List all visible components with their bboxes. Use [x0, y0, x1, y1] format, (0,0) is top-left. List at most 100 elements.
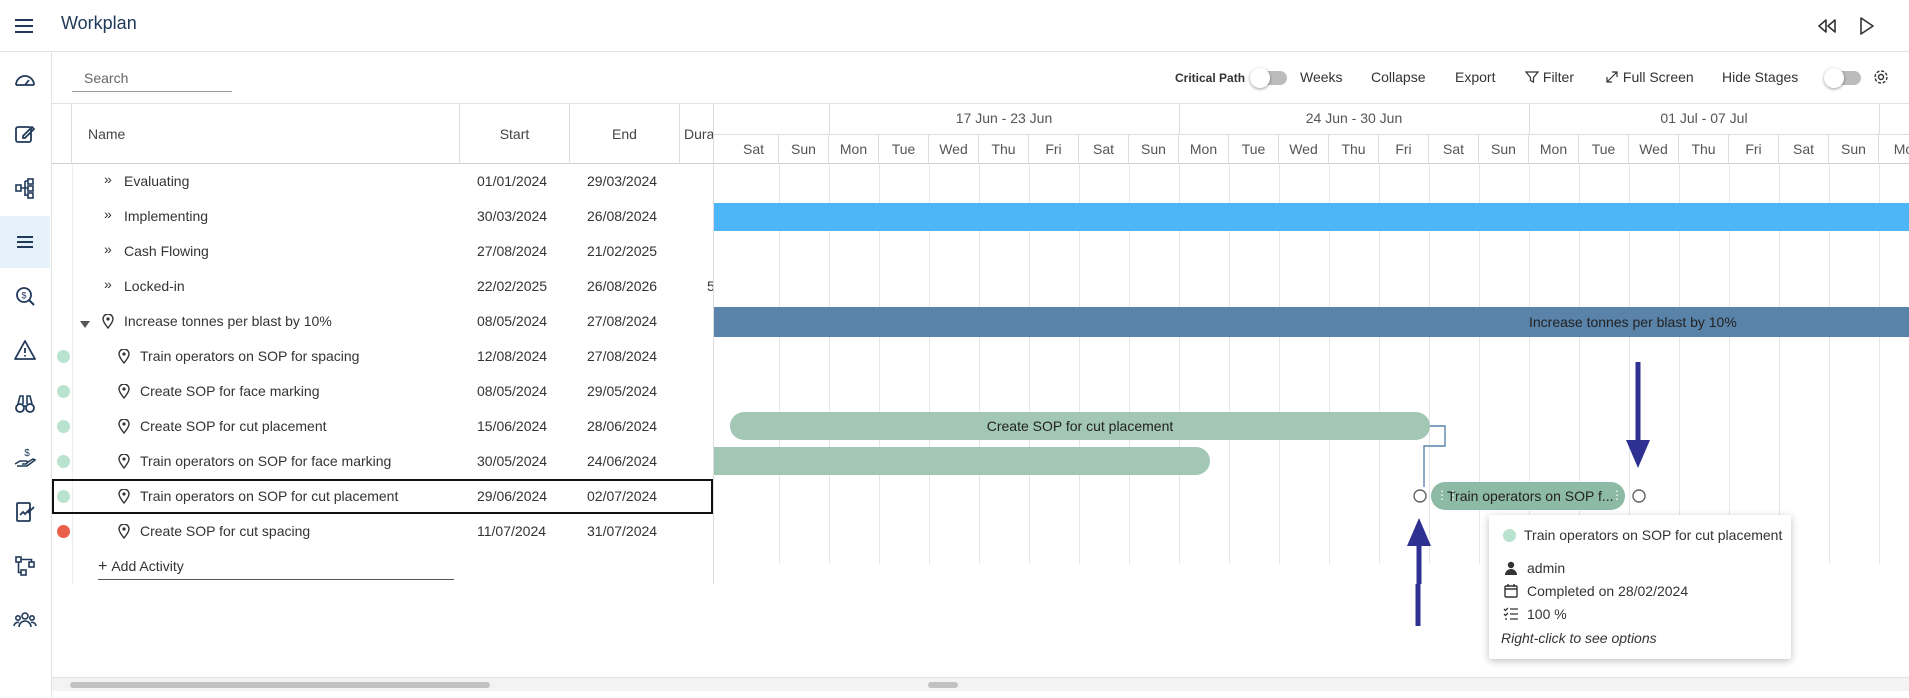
export-button[interactable]: Export: [1455, 69, 1495, 85]
team-icon[interactable]: [0, 594, 50, 646]
day-label: Sun: [1129, 134, 1179, 164]
play-icon[interactable]: [1852, 12, 1880, 40]
list-icon[interactable]: [0, 216, 50, 268]
table-row[interactable]: » Locked-in 22/02/2025 26/08/2026 5: [52, 269, 713, 304]
binoculars-icon[interactable]: [0, 378, 50, 430]
row-start: 08/05/2024: [477, 383, 548, 399]
column-header-end[interactable]: End: [570, 104, 680, 164]
table-row[interactable]: » Evaluating 01/01/2024 29/03/2024: [52, 164, 713, 199]
table-row[interactable]: Create SOP for face marking 08/05/2024 2…: [52, 374, 713, 409]
day-label: Tue: [1579, 134, 1629, 164]
column-header-name[interactable]: Name: [72, 104, 460, 164]
row-end: 29/05/2024: [587, 383, 658, 399]
row-name: Implementing: [124, 208, 209, 224]
double-chevron-icon[interactable]: »: [104, 276, 112, 292]
day-label: Mon: [1179, 134, 1229, 164]
double-chevron-icon[interactable]: »: [104, 206, 112, 222]
row-name: Train operators on SOP for spacing: [140, 348, 360, 364]
report-icon[interactable]: [0, 486, 50, 538]
table-row[interactable]: Create SOP for cut spacing 11/07/2024 31…: [52, 514, 713, 549]
gantt-horizontal-scrollbar[interactable]: [713, 677, 1909, 691]
row-name: Train operators on SOP for cut placement: [140, 488, 399, 504]
day-label: Tue: [1229, 134, 1279, 164]
grid-header: Name Start End Dura: [52, 104, 713, 164]
day-label: Mon: [1529, 134, 1579, 164]
side-navigation: $ $: [0, 52, 52, 698]
hierarchy-icon[interactable]: [0, 162, 50, 214]
grid-horizontal-scrollbar[interactable]: [52, 677, 713, 691]
workflow-icon[interactable]: [0, 540, 50, 592]
column-header-start[interactable]: Start: [460, 104, 570, 164]
location-pin-icon: [102, 313, 114, 332]
status-dot: [57, 455, 70, 468]
annotation-arrow-tail: [1415, 584, 1421, 626]
row-name: Create SOP for cut spacing: [140, 523, 311, 539]
table-row[interactable]: Train operators on SOP for spacing 12/08…: [52, 339, 713, 374]
add-activity-label: Add Activity: [111, 558, 184, 574]
critical-path-toggle[interactable]: [1250, 68, 1287, 88]
day-label: Sat: [1079, 134, 1129, 164]
table-row[interactable]: Train operators on SOP for face marking …: [52, 444, 713, 479]
table-row[interactable]: » Implementing 30/03/2024 26/08/2024: [52, 199, 713, 234]
row-start: 27/08/2024: [477, 243, 548, 259]
double-chevron-icon[interactable]: »: [104, 241, 112, 257]
hand-money-icon[interactable]: $: [0, 432, 50, 484]
rewind-icon[interactable]: [1813, 12, 1841, 40]
edit-icon[interactable]: [0, 108, 50, 160]
row-name: Train operators on SOP for face marking: [140, 453, 392, 469]
filter-icon: [1524, 71, 1540, 83]
status-dot: [57, 420, 70, 433]
row-start: 11/07/2024: [477, 523, 547, 539]
activity-grid: » Evaluating 01/01/2024 29/03/2024 » Imp…: [52, 164, 713, 584]
filter-label: Filter: [1542, 69, 1575, 85]
row-end: 28/06/2024: [587, 418, 658, 434]
day-label: Sat: [1429, 134, 1479, 164]
row-end: 24/06/2024: [587, 453, 658, 469]
status-dot: [57, 525, 70, 538]
tooltip-hint: Right-click to see options: [1501, 630, 1657, 646]
double-chevron-icon[interactable]: »: [104, 171, 112, 187]
day-label: Sun: [1479, 134, 1529, 164]
day-label: Sun: [1829, 134, 1879, 164]
svg-text:$: $: [24, 448, 30, 459]
search-input[interactable]: [72, 64, 232, 92]
row-start: 15/06/2024: [477, 418, 548, 434]
day-label: Fri: [1029, 134, 1079, 164]
table-row-selected[interactable]: Train operators on SOP for cut placement…: [52, 479, 713, 514]
hide-stages-toggle[interactable]: [1824, 68, 1861, 88]
table-row[interactable]: Create SOP for cut placement 15/06/2024 …: [52, 409, 713, 444]
row-end: 21/02/2025: [587, 243, 658, 259]
row-name: Create SOP for face marking: [140, 383, 320, 399]
warning-icon[interactable]: [0, 324, 50, 376]
fullscreen-button[interactable]: Full Screen: [1605, 69, 1694, 85]
toolbar: Critical Path Weeks Collapse Export Filt…: [52, 52, 1909, 104]
day-label: Wed: [929, 134, 979, 164]
annotation-arrows: [1407, 362, 1650, 584]
search-money-icon[interactable]: $: [0, 270, 50, 322]
add-activity-button[interactable]: + Add Activity: [98, 558, 454, 580]
dashboard-icon[interactable]: [0, 54, 50, 106]
row-end: 27/08/2024: [587, 313, 658, 329]
location-pin-icon: [118, 488, 130, 507]
expand-icon: [1606, 71, 1618, 83]
row-name: Create SOP for cut placement: [140, 418, 327, 434]
column-header-duration[interactable]: Dura: [680, 104, 713, 164]
day-label: Sun: [779, 134, 829, 164]
row-start: 08/05/2024: [477, 313, 548, 329]
table-row[interactable]: » Cash Flowing 27/08/2024 21/02/2025: [52, 234, 713, 269]
weeks-button[interactable]: Weeks: [1300, 69, 1343, 85]
row-end: 29/03/2024: [587, 173, 658, 189]
filter-button[interactable]: Filter: [1524, 69, 1575, 85]
collapse-button[interactable]: Collapse: [1371, 69, 1425, 85]
day-label: Thu: [1679, 134, 1729, 164]
table-row-group[interactable]: Increase tonnes per blast by 10% 08/05/2…: [52, 304, 713, 339]
plus-icon: +: [98, 558, 108, 575]
day-label: Tue: [879, 134, 929, 164]
row-name: Increase tonnes per blast by 10%: [124, 313, 332, 329]
row-end: 31/07/2024: [587, 523, 658, 539]
row-end: 26/08/2026: [587, 278, 658, 294]
caret-down-icon[interactable]: [80, 316, 90, 332]
tooltip-user: admin: [1527, 560, 1566, 576]
settings-gear-icon[interactable]: [1872, 68, 1890, 86]
hamburger-menu-icon[interactable]: [10, 12, 38, 40]
